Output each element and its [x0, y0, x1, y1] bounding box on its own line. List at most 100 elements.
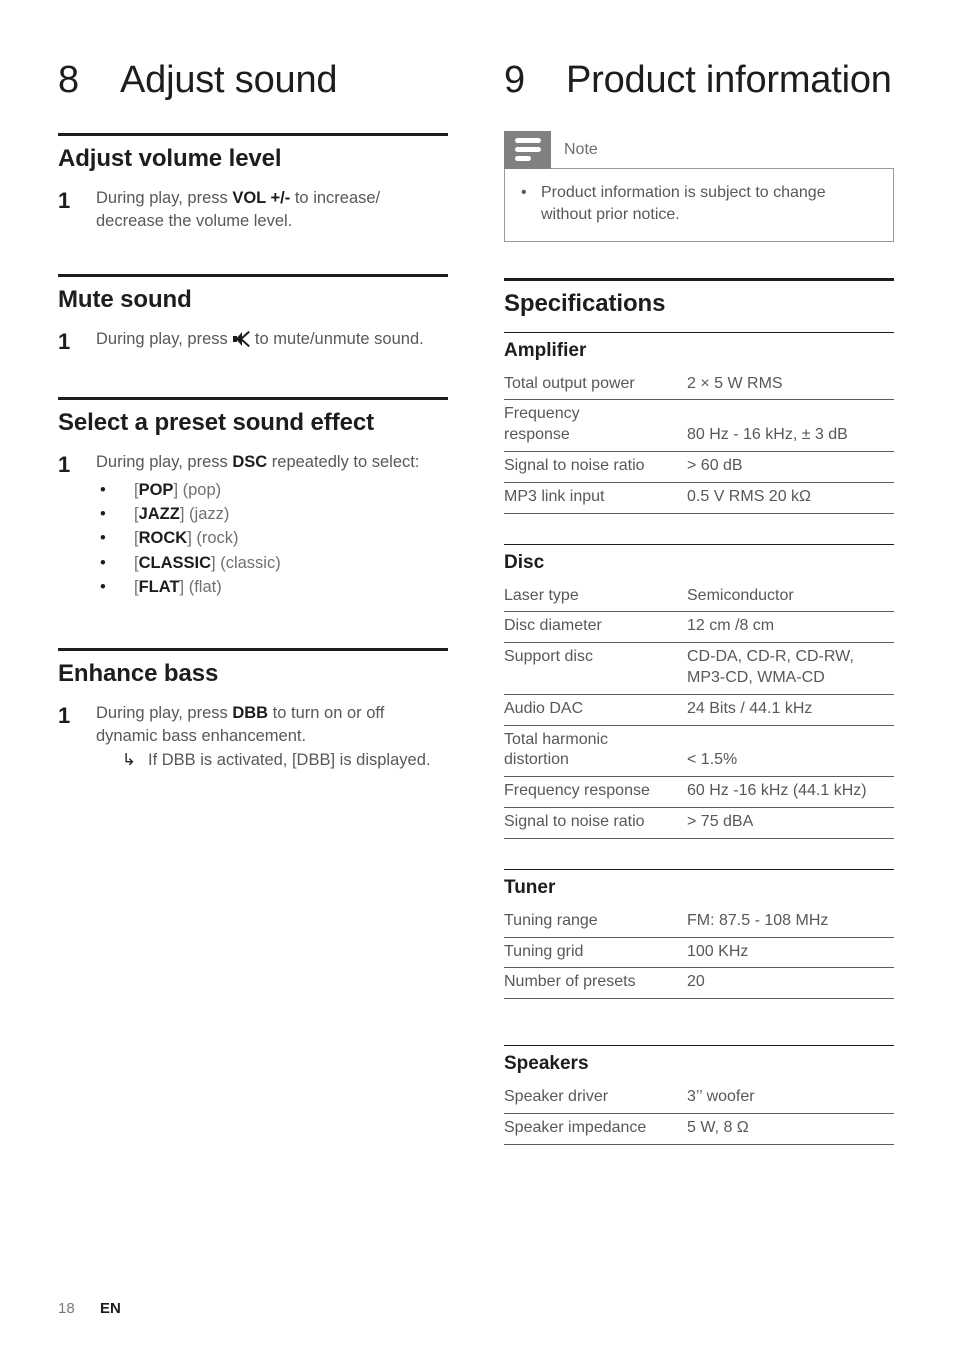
- spec-key: Frequency response: [504, 776, 687, 808]
- spec-key: Total output power: [504, 369, 687, 401]
- section-heading-adjust-volume-level: Adjust volume level: [58, 144, 282, 172]
- footer-language: EN: [100, 1300, 121, 1317]
- spec-value: 100 KHz: [687, 937, 894, 969]
- table-top-rule: [504, 543, 894, 545]
- spec-value: 24 Bits / 44.1 kHz: [687, 694, 894, 726]
- spec-value: CD-DA, CD-R, CD-RW,: [687, 648, 854, 666]
- step-text: During play, press to mute/unmute sound.: [96, 328, 448, 356]
- table-row: Tuning grid 100 KHz: [504, 937, 894, 969]
- spec-value: > 60 dB: [687, 451, 894, 483]
- bullet-dot: •: [521, 183, 527, 201]
- section-divider: [504, 277, 894, 281]
- step-text-after: repeatedly to select:: [267, 453, 420, 472]
- preset-code: ROCK: [138, 529, 188, 548]
- spec-key: Support disc: [504, 648, 593, 666]
- bullet-dot: •: [100, 578, 106, 597]
- step-mute-sound: 1 During play, press to mute/unmute soun…: [58, 328, 448, 356]
- chapter-number: 9: [504, 59, 525, 101]
- spec-value-line2: < 1.5%: [687, 750, 894, 778]
- table-row: Disc diameter 12 cm /8 cm: [504, 611, 894, 644]
- section-heading-mute-sound: Mute sound: [58, 285, 192, 313]
- section-heading-enhance-bass: Enhance bass: [58, 659, 219, 687]
- step-text-after: to mute/unmute sound.: [250, 329, 424, 348]
- table-row: Speaker driver 3’’ woofer: [504, 1083, 894, 1114]
- table-row: Total harmonic: [504, 725, 894, 750]
- preset-code: JAZZ: [138, 505, 180, 523]
- spec-value: 12 cm /8 cm: [687, 611, 894, 644]
- table-row: Audio DAC 24 Bits / 44.1 kHz: [504, 694, 894, 726]
- section-divider: [58, 397, 448, 401]
- step-number: 1: [58, 328, 71, 354]
- table-row: distortion < 1.5%: [504, 750, 894, 778]
- step-bold-vol: VOL +/-: [232, 188, 291, 207]
- spec-value: [687, 400, 894, 425]
- spec-table-tuner: Tuning range FM: 87.5 - 108 MHz Tuning g…: [504, 906, 894, 1000]
- spec-value: 5 W, 8 Ω: [687, 1113, 894, 1145]
- list-item-text: [ROCK] (rock): [134, 526, 239, 550]
- table-row: Laser type Semiconductor: [504, 581, 894, 613]
- table-row: Support disc CD-DA, CD-R, CD-RW,: [504, 643, 894, 668]
- chapter-number: 8: [58, 59, 79, 101]
- bracket-close: ]: [173, 480, 179, 499]
- table-row: Tuning range FM: 87.5 - 108 MHz: [504, 906, 894, 938]
- list-item: • [POP] (pop): [96, 478, 448, 502]
- spec-table-speakers: Speaker driver 3’’ woofer Speaker impeda…: [504, 1083, 894, 1145]
- spec-value: 2 × 5 W RMS: [687, 369, 894, 401]
- preset-code: CLASSIC: [138, 553, 212, 572]
- step-subnote: ↳ If DBB is activated, [DBB] is displayed…: [96, 749, 448, 772]
- step-number: 1: [58, 702, 71, 728]
- spec-value: 60 Hz -16 kHz (44.1 kHz): [687, 776, 894, 808]
- spec-table-disc: Laser type Semiconductor Disc diameter 1…: [504, 581, 894, 839]
- spec-key-line2: [504, 667, 687, 695]
- spec-table-title-speakers: Speakers: [504, 1053, 589, 1075]
- table-row: Signal to noise ratio > 60 dB: [504, 451, 894, 483]
- spec-key: MP3 link input: [504, 482, 687, 514]
- note-header: Note: [504, 130, 894, 169]
- step-enhance-bass: 1 During play, press DBB to turn on or o…: [58, 702, 448, 773]
- list-item: • [JAZZ] (jazz): [96, 502, 448, 526]
- list-item-text: [JAZZ] (jazz): [134, 502, 229, 526]
- note-title: Note: [564, 140, 598, 158]
- spec-key: Tuning range: [504, 906, 687, 938]
- bracket-close: ]: [179, 578, 185, 597]
- spec-key: Speaker impedance: [504, 1113, 687, 1145]
- spec-key: Signal to noise ratio: [504, 451, 687, 483]
- chapter-heading-9: 9 Product information: [504, 58, 894, 103]
- step-text-before: During play, press: [96, 329, 233, 348]
- step-bold-dsc: DSC: [232, 453, 268, 472]
- preset-sound-effect-list: • [POP] (pop) • [JAZZ] (jazz) • [ROCK] (roc…: [96, 478, 448, 600]
- spec-key: Signal to noise ratio: [504, 807, 687, 839]
- spec-value: 0.5 V RMS 20 kΩ: [687, 482, 894, 514]
- table-top-rule: [504, 331, 894, 333]
- step-text: During play, press VOL +/- to increase/ …: [96, 187, 448, 234]
- table-row: response 80 Hz - 16 kHz, ± 3 dB: [504, 425, 894, 453]
- preset-desc: (pop): [182, 480, 222, 499]
- chapter-heading-8: 8 Adjust sound: [58, 58, 448, 103]
- list-item: • Product information is subject to chang…: [521, 182, 877, 227]
- spec-value-line2: MP3-CD, WMA-CD: [687, 667, 894, 695]
- list-item-text: [POP] (pop): [134, 478, 221, 502]
- section-divider: [58, 273, 448, 277]
- step-number: 1: [58, 452, 71, 478]
- left-column: 8 Adjust sound Adjust volume level 1 Dur…: [58, 58, 448, 779]
- table-top-rule: [504, 1045, 894, 1047]
- manual-page: 8 Adjust sound Adjust volume level 1 Dur…: [0, 0, 954, 1349]
- spec-key-line2: distortion: [504, 750, 687, 778]
- chapter-title: Product information: [566, 59, 892, 101]
- step-text: During play, press DSC repeatedly to sel…: [96, 451, 448, 599]
- section-divider: [58, 647, 448, 651]
- mute-icon: [233, 330, 251, 347]
- page-footer: 18 EN: [58, 1300, 121, 1317]
- spec-table-title-amplifier: Amplifier: [504, 339, 587, 361]
- note-lines-icon: [504, 130, 551, 169]
- right-column: 9 Product information Note • Product info…: [504, 58, 894, 1145]
- preset-code: FLAT: [138, 578, 180, 597]
- bracket-close: ]: [179, 505, 185, 523]
- bracket-close: ]: [187, 529, 192, 548]
- list-item-text: [FLAT] (flat): [134, 575, 222, 599]
- table-row: Speaker impedance 5 W, 8 Ω: [504, 1113, 894, 1145]
- spec-table-title-tuner: Tuner: [504, 876, 556, 898]
- spec-value: > 75 dBA: [687, 807, 894, 839]
- section-heading-select-preset-sound-effect: Select a preset sound effect: [58, 409, 374, 437]
- table-row: MP3-CD, WMA-CD: [504, 667, 894, 695]
